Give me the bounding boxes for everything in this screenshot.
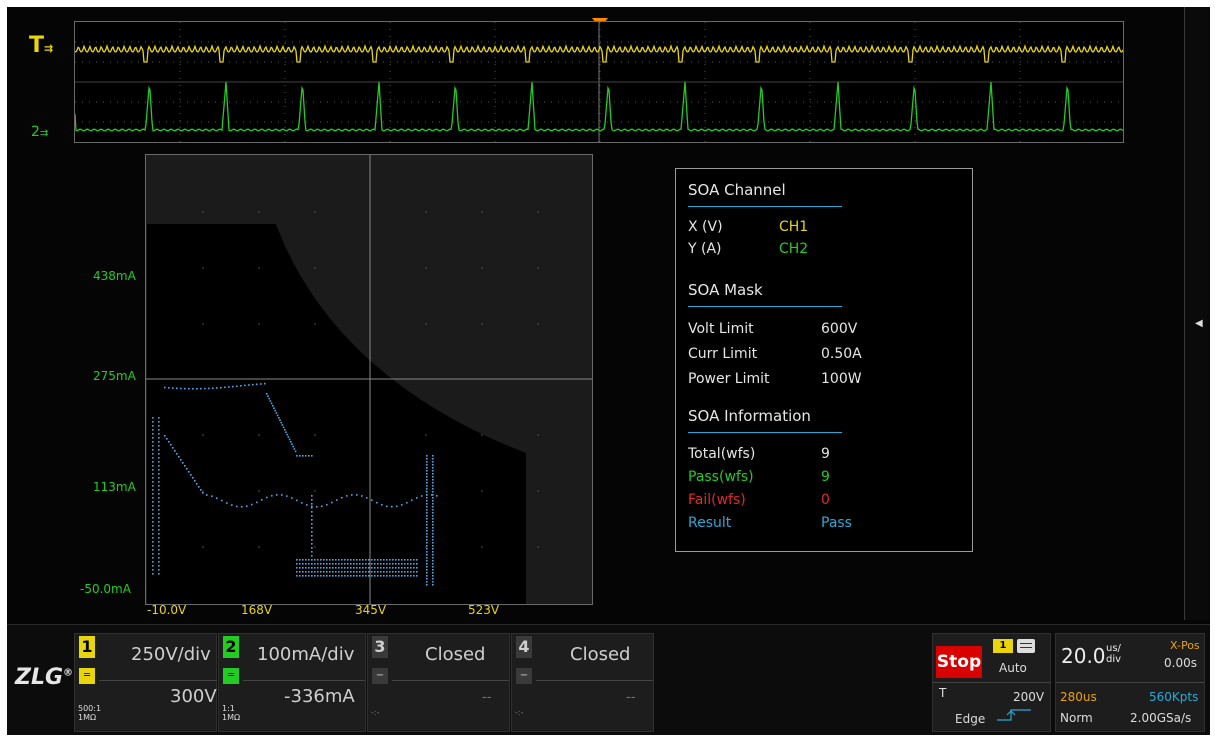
trigger-settings[interactable]: Stop 1 Auto T 200V Edge [932, 633, 1051, 732]
ch2-settings[interactable]: 2 ═ 1:1 1MΩ 100mA/div -336mA [218, 633, 366, 732]
soa-volt-label: Volt Limit [688, 321, 754, 337]
ch3-settings[interactable]: 3 − -:- Closed -- [367, 633, 510, 732]
ch2-offset[interactable]: -336mA [284, 686, 355, 707]
ch1-coupling-icon: ═ [79, 668, 95, 684]
soa-info-title: SOA Information [688, 407, 811, 425]
ch3-probe: -:- [371, 708, 380, 717]
trigger-source-badge[interactable]: 1 [993, 639, 1013, 653]
soa-y-value: CH2 [779, 241, 809, 257]
ch2-vertical-scale[interactable]: 100mA/div [257, 644, 354, 665]
ch4-number[interactable]: 4 [516, 636, 532, 658]
soa-fail-value: 0 [821, 492, 830, 508]
section-divider [688, 432, 842, 433]
xy-plot-area[interactable] [145, 154, 593, 605]
bottom-status-bar: ZLG® 1 ═ 500:1 1MΩ 250V/div 300V 2 ═ 1:1 1… [7, 624, 1210, 735]
soa-result-value: Pass [821, 515, 852, 531]
rising-edge-icon [997, 709, 1031, 721]
section-divider [688, 306, 842, 307]
ch2-marker[interactable]: 2⇉ [31, 124, 48, 140]
ch1-offset[interactable]: 300V [170, 686, 217, 707]
soa-x-label: X (V) [688, 219, 723, 235]
soa-power-label: Power Limit [688, 371, 770, 387]
side-menu-bar[interactable]: ◀ [1184, 7, 1210, 620]
ch1-vertical-scale[interactable]: 250V/div [131, 644, 211, 665]
soa-pass-value: 9 [821, 469, 830, 485]
soa-safe-region [147, 224, 526, 604]
soa-pass-label: Pass(wfs) [688, 469, 754, 485]
soa-power-value: 100W [821, 371, 862, 387]
ch3-offset[interactable]: -- [482, 690, 491, 705]
ch4-settings[interactable]: 4 − -:- Closed -- [511, 633, 654, 732]
ch2-number[interactable]: 2 [223, 636, 239, 658]
timebase-unit: us/div [1106, 643, 1122, 665]
oscilloscope-screen: T⇉ 2⇉ 438mA 275mA 113mA -50.0mA -10.0V 1… [7, 7, 1210, 735]
soa-y-label: Y (A) [688, 241, 722, 257]
divider [536, 680, 653, 681]
soa-x-value: CH1 [779, 219, 809, 235]
ch2-probe: 1:1 1MΩ [222, 704, 241, 722]
ch3-coupling-icon: − [372, 668, 388, 684]
soa-curr-value: 0.50A [821, 346, 862, 362]
trigger-level[interactable]: 200V [1013, 690, 1044, 704]
ch1-probe: 500:1 1MΩ [78, 704, 102, 722]
ch1-settings[interactable]: 1 ═ 500:1 1MΩ 250V/div 300V [74, 633, 217, 732]
y-axis-label: 438mA [93, 269, 136, 283]
soa-curr-label: Curr Limit [688, 346, 758, 362]
section-divider [688, 206, 842, 207]
soa-total-value: 9 [821, 446, 830, 462]
xpos-value[interactable]: 0.00s [1164, 656, 1197, 670]
ch3-status[interactable]: Closed [425, 644, 485, 665]
soa-channel-title: SOA Channel [688, 181, 786, 199]
soa-result-label: Result [688, 515, 732, 531]
trigger-type[interactable]: Edge [955, 712, 985, 726]
sample-rate: 2.00GSa/s [1130, 711, 1192, 725]
ch4-status[interactable]: Closed [570, 644, 630, 665]
divider [1056, 682, 1204, 683]
timebase-settings[interactable]: 20.0 us/div X-Pos 0.00s 280us 560Kpts No… [1055, 633, 1205, 732]
soa-volt-value: 600V [821, 321, 858, 337]
waveform-traces [74, 22, 1124, 142]
ch2-coupling-icon: ═ [223, 668, 239, 684]
trigger-type-marker: T [939, 686, 947, 700]
expand-menu-icon[interactable]: ◀ [1195, 318, 1203, 329]
trigger-mode[interactable]: Auto [999, 661, 1027, 675]
divider [243, 680, 365, 681]
soa-total-label: Total(wfs) [688, 446, 756, 462]
zlg-logo: ZLG® [15, 665, 74, 690]
y-axis-label: 275mA [93, 369, 136, 383]
divider [933, 682, 1050, 683]
xpos-label: X-Pos [1170, 639, 1200, 652]
soa-mask-title: SOA Mask [688, 281, 763, 299]
timebase-scale[interactable]: 20.0 [1061, 644, 1106, 668]
waveform-area [74, 21, 1124, 143]
soa-info-panel: SOA Channel X (V) CH1 Y (A) CH2 SOA Mask… [675, 168, 973, 552]
run-stop-button[interactable]: Stop [936, 646, 982, 678]
ch4-offset[interactable]: -- [626, 690, 635, 705]
ch1-trigger-marker[interactable]: T⇉ [29, 35, 53, 60]
acquisition-mode[interactable]: Norm [1060, 711, 1093, 725]
soa-fail-label: Fail(wfs) [688, 492, 746, 508]
memory-depth[interactable]: 560Kpts [1149, 690, 1198, 704]
ch4-coupling-icon: − [516, 668, 532, 684]
divider [99, 680, 217, 681]
ch4-probe: -:- [515, 708, 524, 717]
soa-xy-canvas [146, 155, 592, 604]
divider [392, 680, 509, 681]
memory-time: 280us [1060, 690, 1097, 704]
keyboard-icon[interactable] [1017, 639, 1035, 653]
ch1-number[interactable]: 1 [79, 636, 95, 658]
y-axis-label: -50.0mA [80, 582, 131, 596]
y-axis-label: 113mA [93, 480, 136, 494]
ch3-number[interactable]: 3 [372, 636, 388, 658]
